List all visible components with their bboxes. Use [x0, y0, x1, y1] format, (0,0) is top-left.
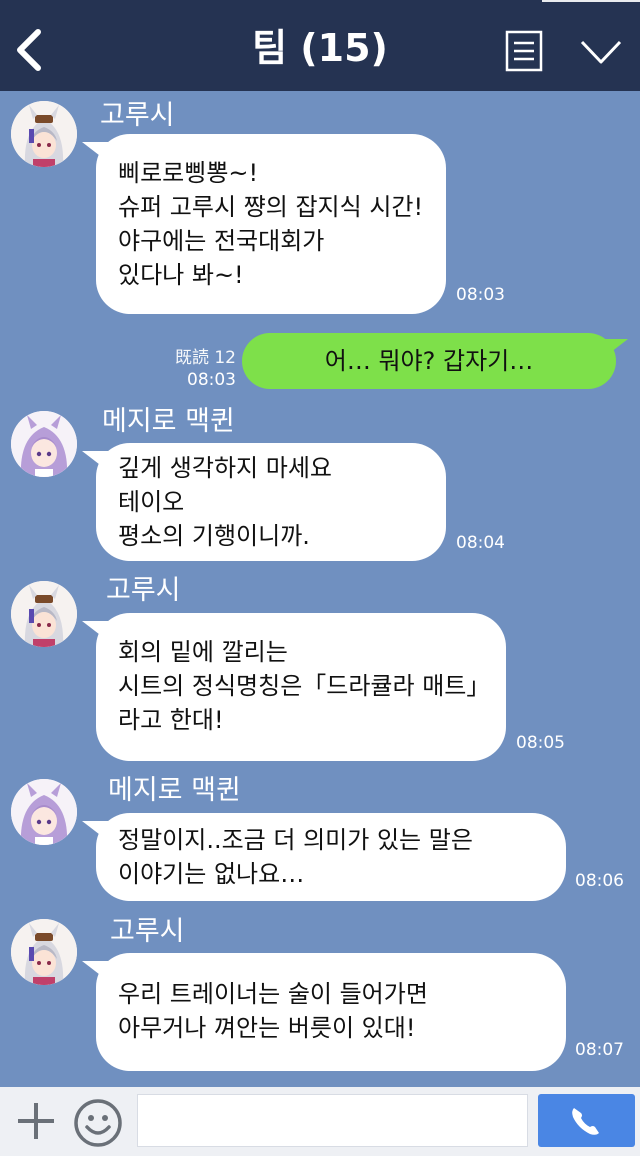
message-line: 깊게 생각하지 마세요 [118, 454, 332, 482]
message-time: 08:03 [456, 285, 505, 305]
emoji-button[interactable] [72, 1097, 124, 1149]
list-icon [505, 30, 543, 72]
message-time: 08:07 [575, 1040, 624, 1060]
send-button[interactable] [538, 1094, 635, 1147]
bubble-tail [82, 621, 108, 641]
bubble-tail [82, 142, 108, 162]
avatar-gold-ship [11, 919, 77, 985]
message-line: 있다나 봐~! [118, 261, 244, 289]
avatar[interactable] [11, 919, 77, 985]
message-bubble[interactable]: 삐로로삥뽕~! 슈퍼 고루시 쨩의 잡지식 시간! 야구에는 전국대회가 있다나… [82, 134, 446, 314]
message-input[interactable] [137, 1094, 528, 1147]
message-time: 08:03 [187, 370, 236, 390]
avatar[interactable] [11, 101, 77, 167]
message-list[interactable]: 고루시 삐로로삥뽕~! 슈퍼 고루시 쨩의 잡지식 시간! 야구에는 전국대회가… [0, 91, 640, 1087]
attach-button[interactable] [14, 1099, 58, 1143]
message-line: 회의 밑에 깔리는 [118, 638, 288, 666]
sender-name: 고루시 [110, 916, 185, 947]
message-line: 이야기는 없나요… [118, 860, 305, 888]
message-line: 슈퍼 고루시 쨩의 잡지식 시간! [118, 193, 424, 221]
avatar-mejiro-mcqueen [11, 779, 77, 845]
chevron-down-icon [580, 40, 622, 64]
sender-name: 고루시 [106, 575, 181, 606]
bubble-tail [82, 961, 108, 981]
message-bubble[interactable]: 정말이지..조금 더 의미가 있는 말은 이야기는 없나요… [82, 813, 566, 901]
chat-title: 팀 (15) [252, 26, 388, 70]
message-line: 우리 트레이너는 술이 들어가면 [118, 980, 428, 1008]
bubble-tail [602, 339, 628, 359]
status-strip [542, 0, 640, 2]
bubble-tail [82, 451, 108, 471]
chat-screen: 팀 (15) 고루시 삐로로삥뽕~! 슈퍼 고루시 쨩의 잡지식 시간! 야구에… [0, 0, 640, 1156]
avatar[interactable] [11, 411, 77, 477]
sender-name: 메지로 맥퀸 [102, 406, 235, 437]
message-bubble[interactable]: 회의 밑에 깔리는 시트의 정식명칭은「드라큘라 매트」 라고 한대! [82, 613, 506, 761]
back-button[interactable] [8, 24, 52, 76]
read-receipt: 既読 12 08:03 [160, 347, 236, 391]
message-bubble[interactable]: 우리 트레이너는 술이 들어가면 아무거나 껴안는 버릇이 있대! [82, 953, 566, 1071]
message-line: 삐로로삥뽕~! [118, 159, 259, 187]
message-time: 08:05 [516, 733, 565, 753]
sender-name: 메지로 맥퀸 [108, 775, 241, 806]
message-bubble[interactable]: 깊게 생각하지 마세요 테이오 평소의 기행이니까. [82, 443, 446, 561]
read-count: 既読 12 [174, 348, 236, 368]
avatar-gold-ship [11, 101, 77, 167]
message-line: 라고 한대! [118, 706, 224, 734]
message-line: 테이오 [118, 488, 185, 516]
my-message-bubble[interactable]: 어… 뭐야? 갑자기… [242, 333, 628, 389]
message-text: 어… 뭐야? 갑자기… [324, 347, 534, 375]
smiley-icon [74, 1099, 122, 1147]
plus-icon [18, 1103, 54, 1139]
message-line: 야구에는 전국대회가 [118, 227, 325, 255]
menu-button[interactable] [505, 30, 543, 72]
message-line: 시트의 정식명칭은「드라큘라 매트」 [118, 672, 491, 700]
avatar[interactable] [11, 779, 77, 845]
phone-icon [572, 1108, 599, 1135]
message-line: 정말이지..조금 더 의미가 있는 말은 [118, 826, 473, 854]
avatar-gold-ship [11, 581, 77, 647]
avatar[interactable] [11, 581, 77, 647]
message-line: 평소의 기행이니까. [118, 522, 310, 550]
header-bar: 팀 (15) [0, 0, 640, 91]
input-bar [0, 1087, 640, 1156]
message-time: 08:04 [456, 533, 505, 553]
message-time: 08:06 [575, 871, 624, 891]
avatar-mejiro-mcqueen [11, 411, 77, 477]
message-line: 아무거나 껴안는 버릇이 있대! [118, 1014, 416, 1042]
collapse-button[interactable] [578, 36, 624, 68]
sender-name: 고루시 [100, 100, 175, 131]
chevron-left-icon [17, 29, 41, 71]
bubble-tail [82, 821, 108, 841]
